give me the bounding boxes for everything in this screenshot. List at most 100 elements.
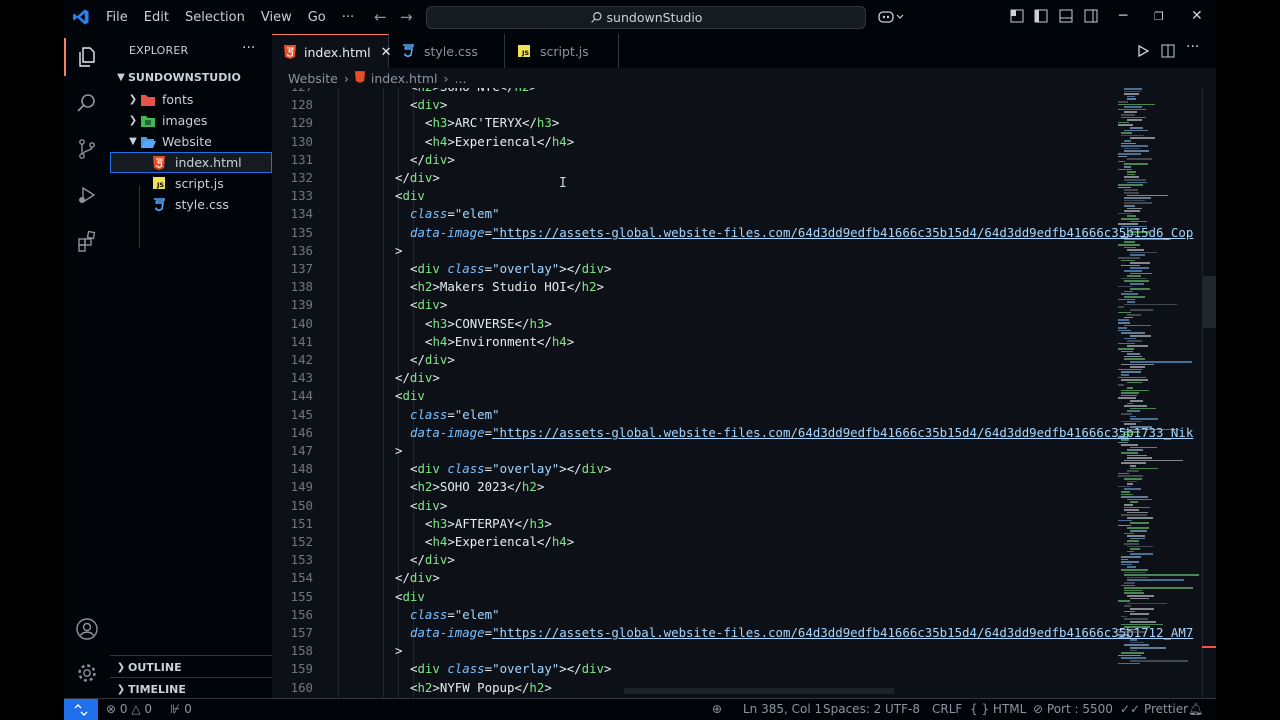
minimap-line (1127, 381, 1142, 384)
code-line[interactable]: 130 <h4>Experiencal</h4> (272, 133, 1216, 151)
notifications-bell-icon[interactable]: 🔔︎ (1188, 702, 1203, 716)
language-mode[interactable]: { } HTML (970, 702, 1026, 716)
live-server-port[interactable]: ⊘ Port : 5500 (1033, 702, 1113, 716)
menu-view[interactable]: View (253, 10, 300, 25)
code-line[interactable]: 127 <h2>SOHO NYC</h2> (272, 88, 1216, 96)
horizontal-scrollbar[interactable] (624, 688, 894, 694)
workspace-root[interactable]: ▼ SUNDOWNSTUDIO (110, 66, 272, 88)
ports-indicator[interactable]: ⊮ 0 (170, 702, 192, 716)
tab-label: script.js (540, 43, 589, 59)
zoom-icon[interactable]: ⊕ (712, 702, 722, 716)
code-line[interactable]: 146 data-image="https://assets-global.web… (272, 424, 1216, 442)
code-line[interactable]: 129 <h3>ARC'TERYX</h3> (272, 114, 1216, 132)
code-line[interactable]: 140 <h3>CONVERSE</h3> (272, 315, 1216, 333)
tree-item-fonts[interactable]: ❯ fonts (110, 89, 272, 110)
timeline-section[interactable]: ❯ TIMELINE (110, 677, 272, 700)
code-line[interactable]: 158 > (272, 642, 1216, 660)
code-line[interactable]: 137 <div class="overlay"></div> (272, 260, 1216, 278)
minimap[interactable] (1114, 88, 1202, 668)
maximize-icon[interactable]: ❐ (1154, 10, 1164, 23)
indentation[interactable]: Spaces: 2 (823, 702, 881, 716)
command-center-search[interactable]: sundownStudio (426, 6, 866, 29)
close-window-icon[interactable]: ✕ (1191, 8, 1203, 24)
breadcrumb-symbol[interactable]: ... (455, 71, 467, 86)
code-line[interactable]: 151 <h3>AFTERPAY</h3> (272, 515, 1216, 533)
tree-item-images[interactable]: ❯ images (110, 110, 272, 131)
toggle-panel-icon[interactable] (1059, 9, 1073, 27)
minimize-icon[interactable]: ─ (1119, 8, 1127, 24)
encoding[interactable]: UTF-8 (885, 702, 920, 716)
run-debug-icon[interactable] (64, 172, 110, 218)
code-line[interactable]: 147 > (272, 442, 1216, 460)
double-check-icon: ✓✓ (1120, 702, 1141, 716)
tree-item-style-css[interactable]: style.css (110, 194, 272, 215)
code-line[interactable]: 128 <div> (272, 96, 1216, 114)
menu-edit[interactable]: Edit (136, 10, 177, 25)
code-line[interactable]: 154 </div> (272, 569, 1216, 587)
extensions-icon[interactable] (64, 218, 110, 264)
code-token: h2 (529, 679, 545, 695)
menu-more[interactable]: ··· (334, 10, 362, 25)
breadcrumb-folder[interactable]: Website (288, 71, 338, 86)
code-line[interactable]: 131 </div> (272, 151, 1216, 169)
code-line[interactable]: 141 <h4>Environment</h4> (272, 333, 1216, 351)
code-line[interactable]: 132 </div> (272, 169, 1216, 187)
cursor-position[interactable]: Ln 385, Col 1 (743, 702, 822, 716)
code-line[interactable]: 150 <div> (272, 497, 1216, 515)
outline-section[interactable]: ❯ OUTLINE (110, 655, 272, 678)
problems-indicator[interactable]: ⊗ 0 △ 0 (106, 702, 152, 716)
tree-item-script-js[interactable]: JS script.js (110, 173, 272, 194)
menu-selection[interactable]: Selection (177, 10, 253, 25)
back-arrow-icon[interactable]: ← (374, 8, 387, 26)
run-icon[interactable] (1136, 43, 1150, 62)
minimap-line (1124, 355, 1143, 358)
menu-file[interactable]: File (98, 10, 136, 25)
code-line[interactable]: 144 <div (272, 387, 1216, 405)
account-icon[interactable] (64, 606, 110, 652)
code-line[interactable]: 149 <h2>SOHO 2023</h2> (272, 478, 1216, 496)
code-line[interactable]: 133 <div (272, 187, 1216, 205)
code-line[interactable]: 142 </div> (272, 351, 1216, 369)
toggle-sidebar-icon[interactable] (1034, 9, 1048, 27)
copilot-icon[interactable] (878, 9, 906, 29)
customize-layout-icon[interactable] (1010, 9, 1024, 27)
code-line[interactable]: 138 <h2>Makers Studio HOI</h2> (272, 278, 1216, 296)
menu-go[interactable]: Go (300, 10, 334, 25)
code-line[interactable]: 143 </div> (272, 369, 1216, 387)
code-line[interactable]: 159 <div class="overlay"></div> (272, 660, 1216, 678)
code-line[interactable]: 139 <div> (272, 296, 1216, 314)
code-line[interactable]: 153 </div> (272, 551, 1216, 569)
code-line[interactable]: 136 > (272, 242, 1216, 260)
code-line[interactable]: 156 class="elem" (272, 606, 1216, 624)
forward-arrow-icon[interactable]: → (400, 8, 413, 26)
remote-indicator[interactable] (64, 699, 98, 720)
search-icon[interactable] (64, 80, 110, 126)
tab-index-html[interactable]: index.html ✕ (272, 34, 392, 69)
code-line[interactable]: 155 <div (272, 588, 1216, 606)
tree-item-index-html[interactable]: index.html (110, 152, 272, 173)
explorer-icon[interactable] (64, 34, 110, 80)
line-endings[interactable]: CRLF (932, 702, 962, 716)
tab-script-js[interactable]: JS script.js (504, 34, 619, 68)
tree-item-website[interactable]: ▼ Website (110, 131, 272, 152)
code-line[interactable]: 145 class="elem" (272, 406, 1216, 424)
explorer-more-button[interactable]: ··· (242, 40, 255, 56)
minimap-line (1130, 254, 1146, 256)
toggle-secondary-sidebar-icon[interactable] (1084, 9, 1098, 27)
breadcrumb-file[interactable]: index.html (371, 71, 438, 86)
more-actions-icon[interactable]: ··· (1186, 39, 1199, 55)
tab-style-css[interactable]: style.css (388, 34, 505, 68)
code-token: ></ (559, 461, 582, 477)
minimap-line (1124, 88, 1143, 90)
code-line[interactable]: 134 class="elem" (272, 205, 1216, 223)
code-line[interactable]: 152 <h4>Experiencal</h4> (272, 533, 1216, 551)
split-editor-icon[interactable] (1161, 43, 1175, 62)
code-line[interactable]: 135 data-image="https://assets-global.web… (272, 224, 1216, 242)
scrollbar-track[interactable] (1202, 88, 1216, 698)
prettier-status[interactable]: ✓✓ Prettier (1120, 702, 1188, 716)
settings-gear-icon[interactable] (64, 650, 110, 696)
code-editor[interactable]: 127<h2>SOHO NYC</h2>128<div>129<h3>ARC'T… (272, 88, 1216, 698)
code-line[interactable]: 157 data-image="https://assets-global.web… (272, 624, 1216, 642)
code-line[interactable]: 148 <div class="overlay"></div> (272, 460, 1216, 478)
source-control-icon[interactable] (64, 126, 110, 172)
